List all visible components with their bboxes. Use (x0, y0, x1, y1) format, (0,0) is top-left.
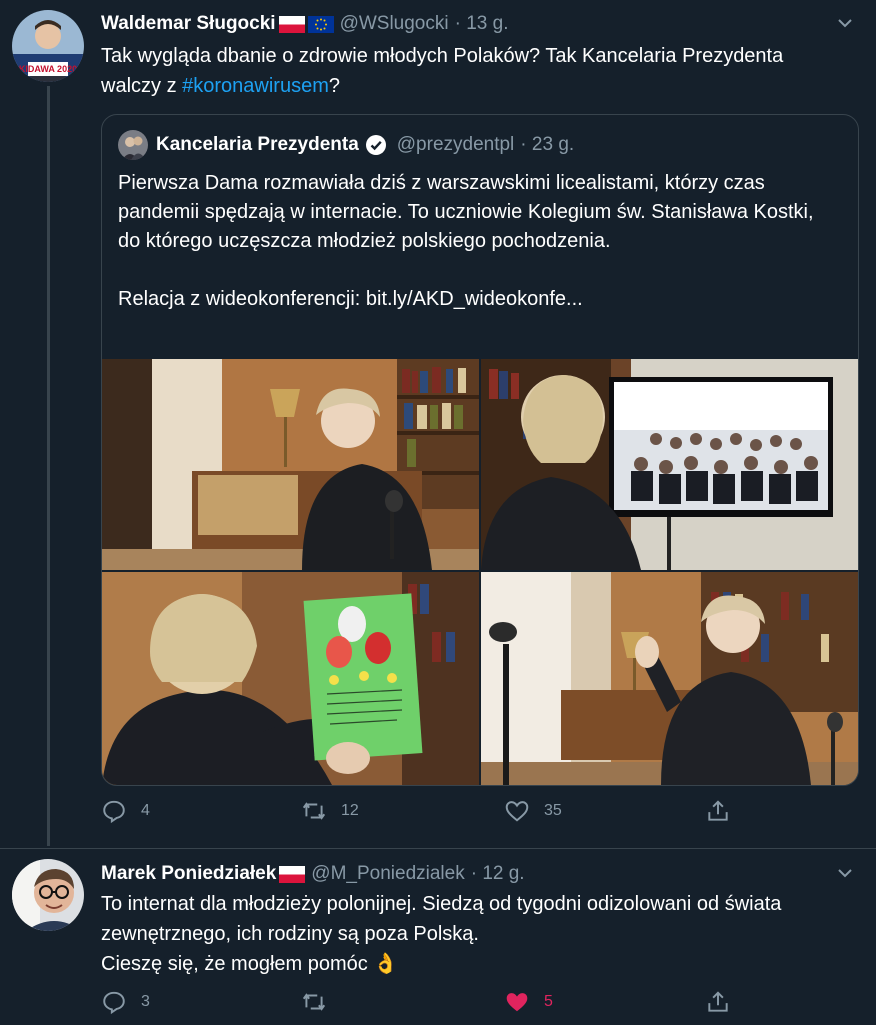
tweet-actions: 4 12 35 (101, 798, 741, 828)
ok-hand-emoji: 👌 (373, 953, 399, 975)
caret-down-icon[interactable] (834, 12, 856, 34)
quoted-author-name[interactable]: Kancelaria Prezydenta (156, 134, 359, 156)
photo-waving[interactable] (481, 572, 858, 785)
tweet-waldemar[interactable]: KIDAWA 2020 Waldemar Sługocki @WSlugocki… (0, 0, 876, 848)
tweet-marek[interactable]: Marek Poniedziałek @M_Poniedzialek · 12 … (0, 848, 876, 1025)
avatar-waldemar[interactable]: KIDAWA 2020 (12, 10, 84, 82)
like-button[interactable]: 5 (504, 989, 553, 1015)
quoted-tweet-text: Pierwsza Dama rozmawiała dziś z warszaws… (118, 172, 814, 310)
author-handle[interactable]: @M_Poniedzialek (311, 863, 464, 885)
reply-count: 4 (141, 802, 150, 819)
quoted-tweet[interactable]: Kancelaria Prezydenta @prezydentpl · 23 … (101, 114, 859, 786)
caret-down-icon[interactable] (834, 862, 856, 884)
retweet-count: 12 (341, 802, 359, 819)
reply-icon (103, 991, 125, 1015)
poland-flag-icon (278, 15, 305, 33)
tweet-header: Marek Poniedziałek @M_Poniedzialek · 12 … (101, 859, 525, 889)
reply-icon (103, 800, 125, 824)
share-icon (708, 800, 728, 821)
photo-first-lady-desk[interactable] (102, 359, 479, 570)
thread-line (47, 86, 50, 846)
avatar-badge: KIDAWA 2020 (19, 64, 77, 74)
reply-count: 3 (141, 993, 150, 1010)
hashtag-link[interactable]: #koronawirusem (182, 75, 329, 97)
like-button[interactable]: 35 (504, 798, 562, 824)
photo-easter-card[interactable] (102, 572, 479, 785)
verified-icon (365, 135, 386, 155)
retweet-icon (302, 993, 326, 1011)
tweet-text: Tak wygląda dbanie o zdrowie młodych Pol… (101, 41, 821, 101)
like-count: 5 (544, 993, 553, 1010)
avatar-marek[interactable] (12, 859, 84, 931)
quoted-author-handle[interactable]: @prezydentpl (397, 134, 515, 156)
retweet-button[interactable] (301, 989, 341, 1015)
reply-button[interactable]: 4 (101, 798, 150, 824)
eu-flag-icon (307, 15, 334, 33)
tweet-header: Waldemar Sługocki @WSlugocki · 13 g. (101, 9, 508, 39)
like-icon (506, 993, 528, 1012)
author-name[interactable]: Waldemar Sługocki (101, 13, 276, 35)
author-name[interactable]: Marek Poniedziałek (101, 863, 276, 885)
share-button[interactable] (705, 798, 745, 824)
like-count: 35 (544, 802, 562, 819)
tweet-text: To internat dla młodzieży polonijnej. Si… (101, 889, 841, 979)
photo-grid (102, 359, 858, 785)
retweet-icon (302, 802, 326, 820)
tweet-time[interactable]: · 13 g. (455, 13, 509, 35)
avatar-kancelaria[interactable] (118, 130, 148, 160)
poland-flag-icon (279, 865, 306, 883)
quoted-tweet-header: Kancelaria Prezydenta @prezydentpl · 23 … (118, 129, 574, 161)
photo-video-call-screen[interactable] (481, 359, 858, 570)
quoted-tweet-time[interactable]: · 23 g. (520, 134, 574, 156)
share-icon (708, 991, 728, 1012)
retweet-button[interactable]: 12 (301, 798, 359, 824)
tweet-actions: 3 5 (101, 989, 741, 1019)
tweet-text-end: ? (328, 75, 340, 97)
tweet-time[interactable]: · 12 g. (471, 863, 525, 885)
reply-button[interactable]: 3 (101, 989, 150, 1015)
like-icon (505, 801, 529, 822)
tweet-text-content: To internat dla młodzieży polonijnej. Si… (101, 893, 782, 975)
share-button[interactable] (705, 989, 745, 1015)
author-handle[interactable]: @WSlugocki (340, 13, 449, 35)
